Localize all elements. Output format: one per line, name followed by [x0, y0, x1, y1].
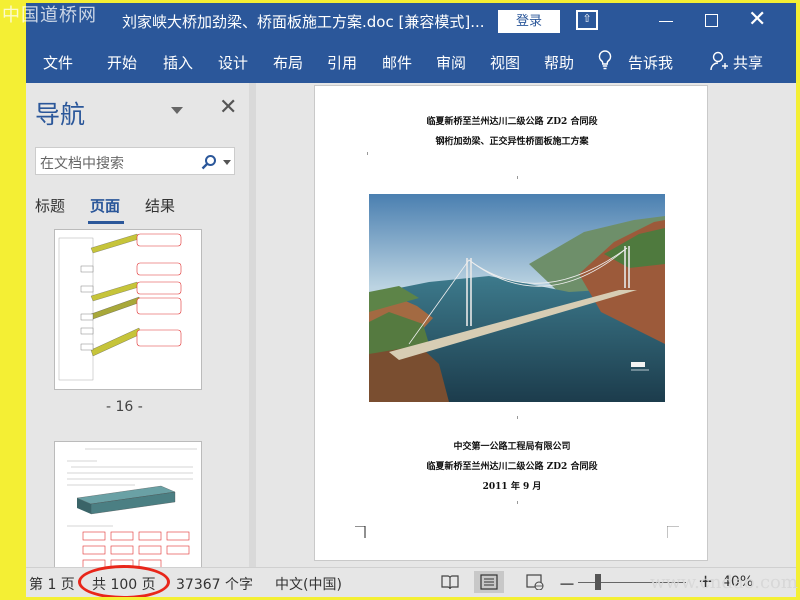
text-boundary-mark	[517, 501, 518, 504]
tab-references[interactable]: 引用	[327, 52, 357, 73]
tab-review[interactable]: 审阅	[436, 52, 466, 73]
nav-close-button[interactable]: ✕	[219, 95, 237, 121]
nav-title: 导航	[35, 100, 86, 129]
window-title: 刘家峡大桥加劲梁、桥面板施工方案.doc [兼容模式]...	[122, 13, 485, 31]
print-layout-icon	[480, 574, 498, 590]
tell-me-search[interactable]: 告诉我	[628, 52, 673, 73]
print-layout-button[interactable]	[474, 571, 504, 593]
crop-mark	[355, 526, 366, 538]
watermark-logo: 中国道桥网	[2, 5, 97, 26]
tab-design[interactable]: 设计	[218, 52, 248, 73]
minimize-button[interactable]	[659, 21, 673, 22]
doc-line-company: 中交第一公路工程局有限公司	[453, 442, 571, 452]
word-count[interactable]: 37367 个字	[176, 574, 253, 594]
web-layout-icon[interactable]	[526, 574, 544, 590]
page-indicator[interactable]: 第 1 页	[29, 574, 75, 594]
ribbon-tabs: 文件 开始 插入 设计 布局 引用 邮件 审阅 视图 帮助 告诉我 共享	[26, 39, 796, 83]
search-input[interactable]: 在文档中搜索	[35, 147, 235, 175]
bridge-photo	[369, 194, 665, 402]
zoom-slider-thumb[interactable]	[595, 574, 601, 590]
tab-results[interactable]: 结果	[145, 195, 175, 216]
navigation-pane: 导航 ✕ 在文档中搜索 标题 页面 结果 - 16 -	[26, 83, 256, 571]
doc-line-date: 2011 年 9 月	[482, 482, 542, 492]
tab-headings[interactable]: 标题	[35, 195, 65, 216]
zoom-out-button[interactable]: －	[558, 571, 576, 597]
read-mode-icon[interactable]	[441, 574, 459, 590]
word-window: 刘家峡大桥加劲梁、桥面板施工方案.doc [兼容模式]... 登录 ⇧ ✕ 文件…	[26, 3, 796, 597]
tab-view[interactable]: 视图	[490, 52, 520, 73]
search-placeholder: 在文档中搜索	[40, 156, 124, 172]
tab-file[interactable]: 文件	[43, 52, 73, 73]
text-boundary-mark	[517, 416, 518, 419]
maximize-button[interactable]	[705, 14, 718, 27]
language-indicator[interactable]: 中文(中国)	[275, 574, 342, 594]
doc-line-section: 临夏新桥至兰州达川二级公路 ZD2 合同段	[426, 462, 598, 472]
person-icon[interactable]	[710, 51, 728, 71]
search-icon[interactable]	[201, 154, 217, 170]
search-options-chevron-icon[interactable]	[223, 160, 231, 165]
tab-pages[interactable]: 页面	[90, 195, 120, 216]
login-button[interactable]: 登录	[498, 10, 560, 33]
text-boundary-mark	[517, 176, 518, 179]
document-page[interactable]: 临夏新桥至兰州达川二级公路 ZD2 合同段 钢桁加劲梁、正交异性桥面板施工方案	[314, 85, 708, 561]
tab-mailings[interactable]: 邮件	[382, 52, 412, 73]
tab-help[interactable]: 帮助	[544, 52, 574, 73]
page-thumbnail-16[interactable]	[54, 229, 202, 390]
doc-line-project: 临夏新桥至兰州达川二级公路 ZD2 合同段	[426, 117, 598, 127]
chevron-down-icon[interactable]	[171, 107, 183, 114]
page-thumbnail-label: - 16 -	[106, 399, 143, 415]
page-thumbnail-17[interactable]	[54, 441, 202, 571]
title-bar: 刘家峡大桥加劲梁、桥面板施工方案.doc [兼容模式]... 登录 ⇧ ✕	[26, 3, 796, 39]
document-area[interactable]: 临夏新桥至兰州达川二级公路 ZD2 合同段 钢桁加劲梁、正交异性桥面板施工方案	[256, 83, 796, 567]
active-tab-underline	[88, 221, 124, 224]
text-boundary-mark	[367, 152, 368, 155]
nav-scrollbar[interactable]	[249, 83, 256, 567]
watermark-url: www.cndao.com	[650, 572, 798, 593]
tab-layout[interactable]: 布局	[273, 52, 303, 73]
doc-line-title: 钢桁加劲梁、正交异性桥面板施工方案	[435, 137, 589, 147]
tab-insert[interactable]: 插入	[163, 52, 193, 73]
tab-home[interactable]: 开始	[107, 52, 137, 73]
highlight-circle	[78, 565, 170, 597]
crop-mark	[667, 526, 679, 538]
ribbon-display-options-button[interactable]: ⇧	[576, 10, 598, 30]
bulb-icon[interactable]	[598, 50, 612, 70]
close-window-button[interactable]: ✕	[748, 7, 766, 33]
share-button[interactable]: 共享	[733, 52, 763, 73]
